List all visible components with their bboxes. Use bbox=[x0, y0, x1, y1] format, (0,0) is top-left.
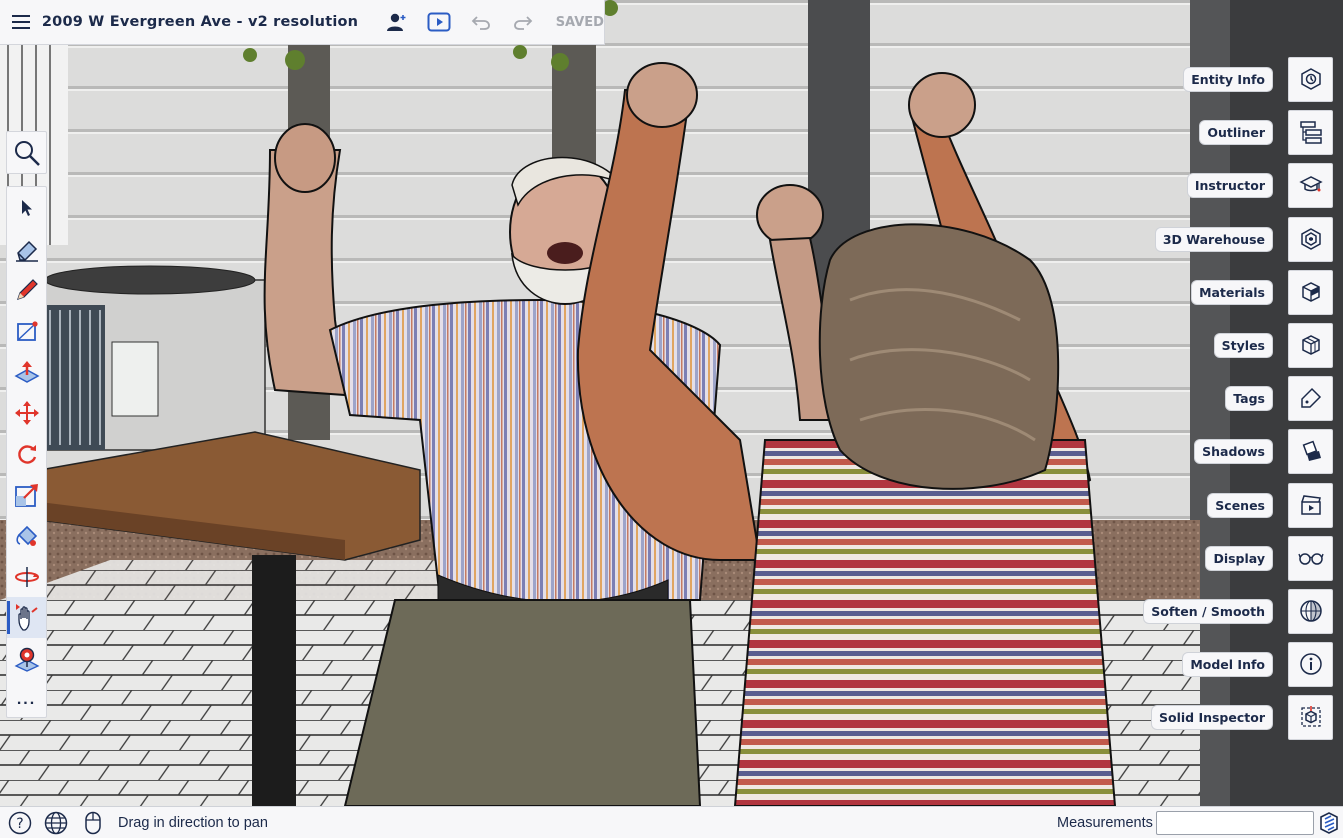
save-status: SAVED bbox=[555, 14, 604, 30]
redo-icon[interactable] bbox=[502, 0, 544, 45]
left-toolbar: ... bbox=[6, 186, 47, 718]
clapperboard-icon[interactable] bbox=[1288, 482, 1333, 528]
panel-label-outliner[interactable]: Outliner bbox=[1200, 120, 1272, 144]
panel-label-model-info[interactable]: Model Info bbox=[1183, 652, 1272, 676]
panel-row-solid-inspector: Solid Inspector bbox=[1151, 694, 1333, 740]
panel-label-soften-smooth[interactable]: Soften / Smooth bbox=[1144, 599, 1272, 623]
model-title[interactable]: 2009 W Evergreen Ave - v2 resolution bbox=[42, 14, 358, 30]
cursor-arrow-icon[interactable] bbox=[7, 187, 46, 228]
svg-text:?: ? bbox=[16, 816, 23, 832]
status-bar: ? Drag in direction to pan Measurements bbox=[0, 806, 1343, 838]
entity-info-icon[interactable] bbox=[1288, 56, 1333, 102]
status-hint: Drag in direction to pan bbox=[118, 815, 268, 831]
panel-label-display[interactable]: Display bbox=[1206, 546, 1272, 570]
panel-label-shadows[interactable]: Shadows bbox=[1195, 439, 1272, 463]
info-circle-icon[interactable] bbox=[1288, 641, 1333, 687]
panel-row-outliner: Outliner bbox=[1200, 109, 1333, 155]
ellipsis-icon[interactable]: ... bbox=[7, 679, 46, 720]
panel-label-instructor[interactable]: Instructor bbox=[1187, 173, 1272, 197]
orbit-icon[interactable] bbox=[7, 556, 46, 597]
pencil-icon[interactable] bbox=[7, 269, 46, 310]
collaborator-icon[interactable] bbox=[376, 0, 418, 45]
position-camera-icon[interactable] bbox=[7, 638, 46, 679]
rectangle-icon[interactable] bbox=[7, 310, 46, 351]
move-arrows-icon[interactable] bbox=[7, 392, 46, 433]
search-tools-group bbox=[6, 131, 47, 174]
menu-icon[interactable] bbox=[0, 0, 42, 45]
shadows-icon[interactable] bbox=[1288, 428, 1333, 474]
sphere-smooth-icon[interactable] bbox=[1288, 588, 1333, 634]
push-pull-icon[interactable] bbox=[7, 351, 46, 392]
panel-row-3d-warehouse: 3D Warehouse bbox=[1155, 216, 1333, 262]
solid-inspector-icon[interactable] bbox=[1288, 694, 1333, 740]
scene-render bbox=[0, 0, 1343, 806]
tag-icon[interactable] bbox=[1288, 375, 1333, 421]
rotate-icon[interactable] bbox=[7, 433, 46, 474]
mouse-icon bbox=[81, 811, 105, 835]
panel-row-model-info: Model Info bbox=[1183, 641, 1333, 687]
panel-row-entity-info: Entity Info bbox=[1184, 56, 1333, 102]
panel-row-tags: Tags bbox=[1226, 375, 1333, 421]
paint-bucket-icon[interactable] bbox=[7, 515, 46, 556]
panel-row-materials: Materials bbox=[1192, 269, 1333, 315]
help-circle-icon[interactable]: ? bbox=[8, 811, 32, 835]
materials-cube-icon[interactable] bbox=[1288, 269, 1333, 315]
warehouse-icon[interactable] bbox=[1288, 216, 1333, 262]
undo-icon[interactable] bbox=[460, 0, 502, 45]
search-icon[interactable] bbox=[7, 132, 46, 173]
graduation-cap-icon[interactable] bbox=[1288, 162, 1333, 208]
model-viewport[interactable] bbox=[0, 0, 1343, 806]
eraser-icon[interactable] bbox=[7, 228, 46, 269]
panel-label-solid-inspector[interactable]: Solid Inspector bbox=[1151, 705, 1272, 729]
measurements-label: Measurements bbox=[1057, 815, 1153, 831]
panel-label-3d-warehouse[interactable]: 3D Warehouse bbox=[1155, 227, 1272, 251]
panel-row-instructor: Instructor bbox=[1187, 162, 1333, 208]
globe-icon[interactable] bbox=[44, 811, 68, 835]
panel-label-tags[interactable]: Tags bbox=[1226, 386, 1272, 410]
sketchup-logo-icon bbox=[1317, 811, 1341, 835]
measurements-input[interactable] bbox=[1156, 811, 1314, 835]
panel-row-soften-smooth: Soften / Smooth bbox=[1144, 588, 1333, 634]
panel-row-shadows: Shadows bbox=[1195, 428, 1333, 474]
panel-row-display: Display bbox=[1206, 535, 1333, 581]
panel-label-scenes[interactable]: Scenes bbox=[1208, 493, 1272, 517]
panel-label-entity-info[interactable]: Entity Info bbox=[1184, 67, 1272, 91]
panel-row-scenes: Scenes bbox=[1208, 482, 1333, 528]
hand-pan-icon[interactable] bbox=[7, 597, 46, 638]
styles-cube-icon[interactable] bbox=[1288, 322, 1333, 368]
title-bar: 2009 W Evergreen Ave - v2 resolution SAV… bbox=[0, 0, 605, 45]
glasses-icon[interactable] bbox=[1288, 535, 1333, 581]
presentation-play-icon[interactable] bbox=[418, 0, 460, 45]
panel-row-styles: Styles bbox=[1214, 322, 1333, 368]
scale-icon[interactable] bbox=[7, 474, 46, 515]
outliner-icon[interactable] bbox=[1288, 109, 1333, 155]
panel-label-styles[interactable]: Styles bbox=[1214, 333, 1272, 357]
panel-label-materials[interactable]: Materials bbox=[1192, 280, 1272, 304]
